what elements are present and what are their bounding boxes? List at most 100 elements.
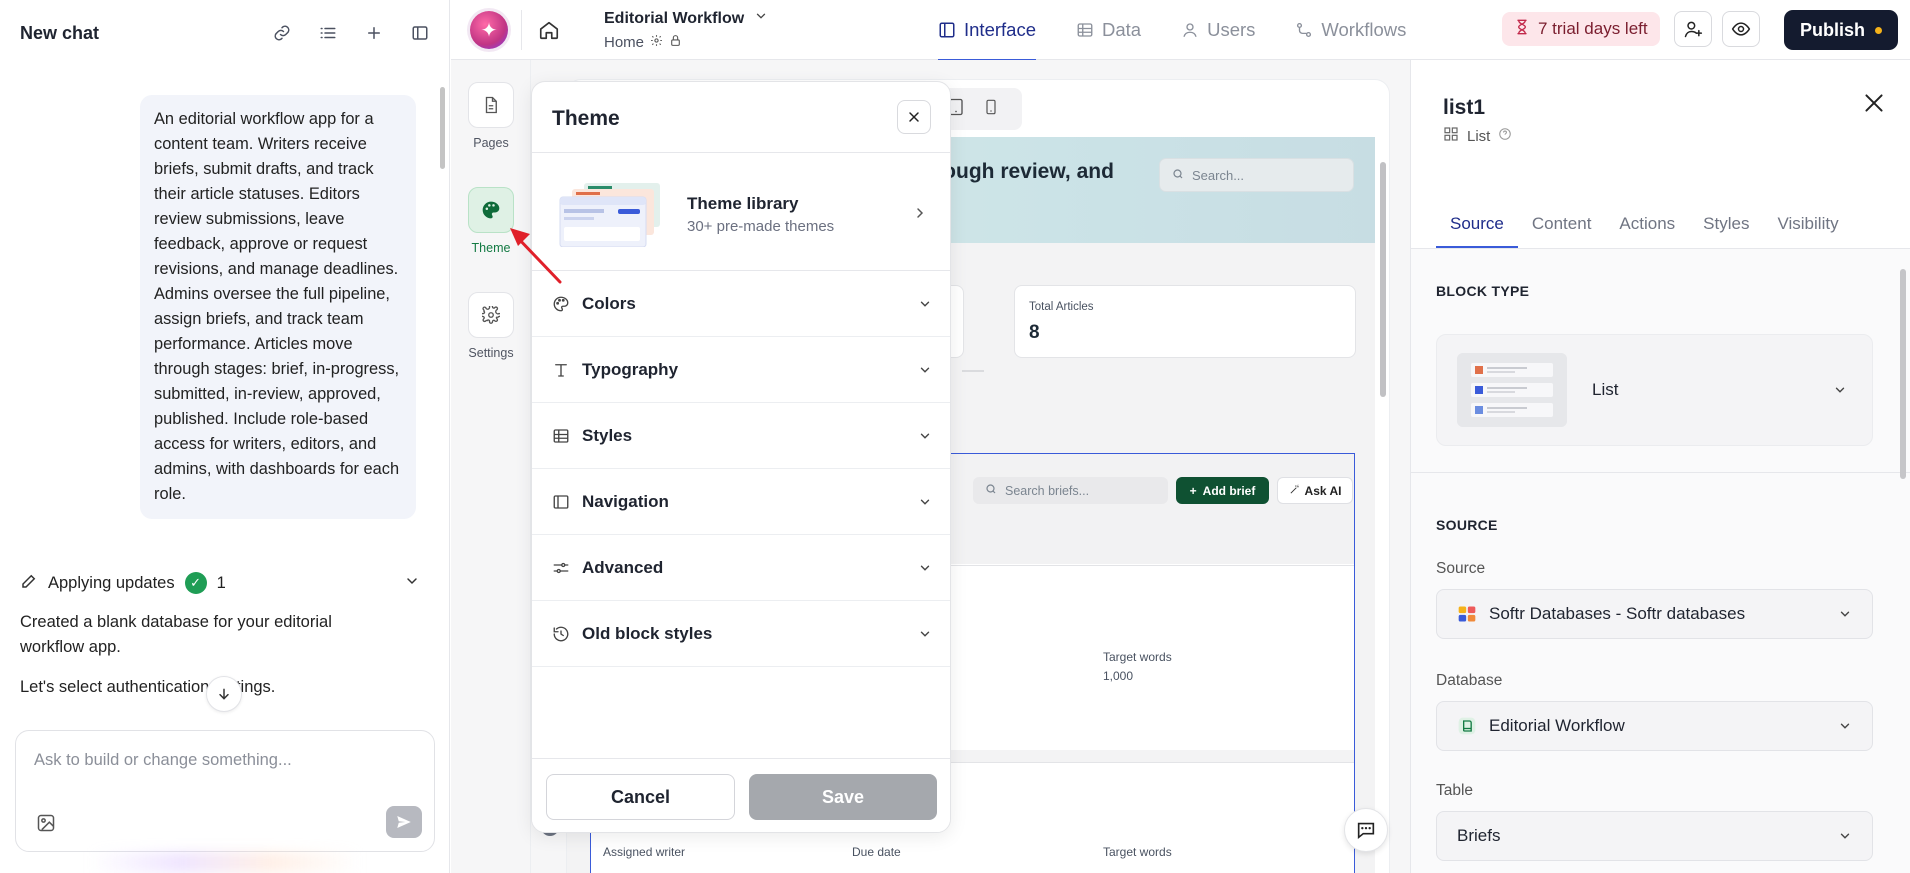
composer-glow xyxy=(90,852,360,873)
workflow-icon xyxy=(1297,22,1312,38)
accordion-label: Colors xyxy=(582,293,636,313)
preview-button[interactable] xyxy=(1722,11,1760,47)
section-title-source: SOURCE xyxy=(1436,517,1498,533)
add-brief-button[interactable]: + Add brief xyxy=(1176,477,1269,504)
arrow-down-icon xyxy=(219,688,229,700)
block-settings-panel: list1 List Source Content Actions Styles… xyxy=(1410,60,1910,873)
block-type-select[interactable]: List xyxy=(1436,334,1873,446)
lock-icon xyxy=(669,34,682,51)
plus-icon[interactable] xyxy=(364,23,384,43)
close-theme-button[interactable] xyxy=(897,100,931,134)
sidebar-toggle-icon[interactable] xyxy=(410,23,430,43)
applying-count: 1 xyxy=(216,573,226,592)
check-icon: ✓ xyxy=(184,572,207,594)
link-icon[interactable] xyxy=(272,23,292,43)
block-name: list1 xyxy=(1443,96,1486,119)
current-page[interactable]: Home xyxy=(604,34,682,51)
briefs-search[interactable]: Search briefs... xyxy=(973,477,1168,504)
pages-button[interactable] xyxy=(468,82,514,128)
send-button[interactable] xyxy=(386,806,422,838)
theme-panel-footer: Cancel Save xyxy=(532,758,950,832)
theme-panel-title: Theme xyxy=(552,107,620,130)
annotation-arrow xyxy=(510,228,562,284)
tab-source[interactable]: Source xyxy=(1436,200,1518,248)
table-icon xyxy=(1077,23,1093,37)
chat-scroll-thumb[interactable] xyxy=(440,87,445,169)
gear-icon xyxy=(482,306,500,324)
prompt-input[interactable] xyxy=(34,751,414,770)
chat-bubble-icon xyxy=(1357,822,1375,840)
pencil-icon xyxy=(20,572,38,595)
block-type-value: List xyxy=(1592,380,1619,399)
hero-search[interactable]: Search... xyxy=(1159,158,1354,192)
ai-logo-icon[interactable]: ✦ xyxy=(470,11,508,49)
help-icon[interactable] xyxy=(1498,127,1512,145)
table-select[interactable]: Briefs xyxy=(1436,811,1873,861)
tab-content[interactable]: Content xyxy=(1518,200,1606,248)
field-label: Due date xyxy=(852,845,901,859)
settings-button[interactable] xyxy=(468,292,514,338)
stat-card-total-articles[interactable]: Total Articles 8 xyxy=(1014,285,1356,358)
chevron-down-icon xyxy=(920,631,930,637)
applying-updates: Applying updates ✓ 1 xyxy=(20,572,226,595)
accordion-advanced[interactable]: Advanced xyxy=(532,535,950,601)
eye-icon xyxy=(1731,22,1751,36)
source-select[interactable]: Softr Databases - Softr databases xyxy=(1436,589,1873,639)
canvas-scroll-thumb[interactable] xyxy=(1380,162,1386,397)
tab-data[interactable]: Data xyxy=(1076,0,1141,60)
save-button[interactable]: Save xyxy=(749,774,937,820)
table-value: Briefs xyxy=(1457,826,1501,845)
palette-icon xyxy=(482,201,500,219)
image-attach-icon[interactable] xyxy=(36,813,58,835)
sliders-icon xyxy=(553,562,569,573)
assistant-message: Created a blank database for your editor… xyxy=(20,613,332,656)
publish-button[interactable]: Publish xyxy=(1784,10,1898,50)
accordion-old-block-styles[interactable]: Old block styles xyxy=(532,601,950,667)
accordion-styles[interactable]: Styles xyxy=(532,403,950,469)
home-icon[interactable] xyxy=(531,13,567,47)
tab-interface[interactable]: Interface xyxy=(938,0,1036,61)
chevron-down-icon[interactable] xyxy=(404,573,420,593)
applying-updates-row[interactable]: Applying updates ✓ 1 xyxy=(20,570,420,596)
theme-library-title: Theme library xyxy=(687,194,799,213)
field-label: Target words xyxy=(1103,845,1172,859)
rail-item-pages[interactable]: Pages xyxy=(465,82,517,150)
tab-users-label: Users xyxy=(1207,19,1256,40)
accordion-navigation[interactable]: Navigation xyxy=(532,469,950,535)
chevron-down-icon xyxy=(920,499,930,505)
tab-styles[interactable]: Styles xyxy=(1689,200,1763,248)
close-icon[interactable] xyxy=(1861,90,1887,116)
palette-icon xyxy=(553,296,569,311)
rail-item-settings[interactable]: Settings xyxy=(465,292,517,360)
chevron-down-icon xyxy=(1840,611,1850,617)
cancel-button[interactable]: Cancel xyxy=(546,774,735,820)
ask-ai-button[interactable]: Ask AI xyxy=(1277,477,1353,504)
list-icon[interactable] xyxy=(318,23,338,43)
publish-label: Publish xyxy=(1799,19,1865,40)
user-icon xyxy=(1183,23,1197,37)
prompt-composer xyxy=(15,730,435,852)
support-chat-button[interactable] xyxy=(1344,808,1388,852)
app-name: Editorial Workflow xyxy=(604,9,745,27)
settings-scrollbar[interactable] xyxy=(1900,269,1906,479)
sparkle-wand-icon xyxy=(1289,484,1300,498)
tab-workflows[interactable]: Workflows xyxy=(1295,0,1406,60)
block-kind: List xyxy=(1443,126,1512,146)
invite-user-button[interactable] xyxy=(1674,11,1712,47)
tab-users[interactable]: Users xyxy=(1181,0,1255,60)
tab-actions[interactable]: Actions xyxy=(1605,200,1689,248)
section-title-block-type: BLOCK TYPE xyxy=(1436,283,1530,299)
theme-library-row[interactable]: Theme library 30+ pre-made themes xyxy=(532,153,950,271)
document-icon xyxy=(485,96,497,114)
field-label: Assigned writer xyxy=(603,845,686,859)
chat-panel: New chat An editorial workflow app for a… xyxy=(0,0,450,873)
mobile-icon[interactable] xyxy=(983,96,999,122)
accordion-typography[interactable]: Typography xyxy=(532,337,950,403)
database-select[interactable]: Editorial Workflow xyxy=(1436,701,1873,751)
trial-badge[interactable]: 7 trial days left xyxy=(1502,12,1660,46)
accordion-colors[interactable]: Colors xyxy=(532,271,950,337)
app-switcher[interactable]: Editorial Workflow xyxy=(604,9,768,28)
tab-visibility[interactable]: Visibility xyxy=(1763,200,1852,248)
chevron-down-icon xyxy=(920,367,930,373)
scroll-down-button[interactable] xyxy=(206,676,242,712)
